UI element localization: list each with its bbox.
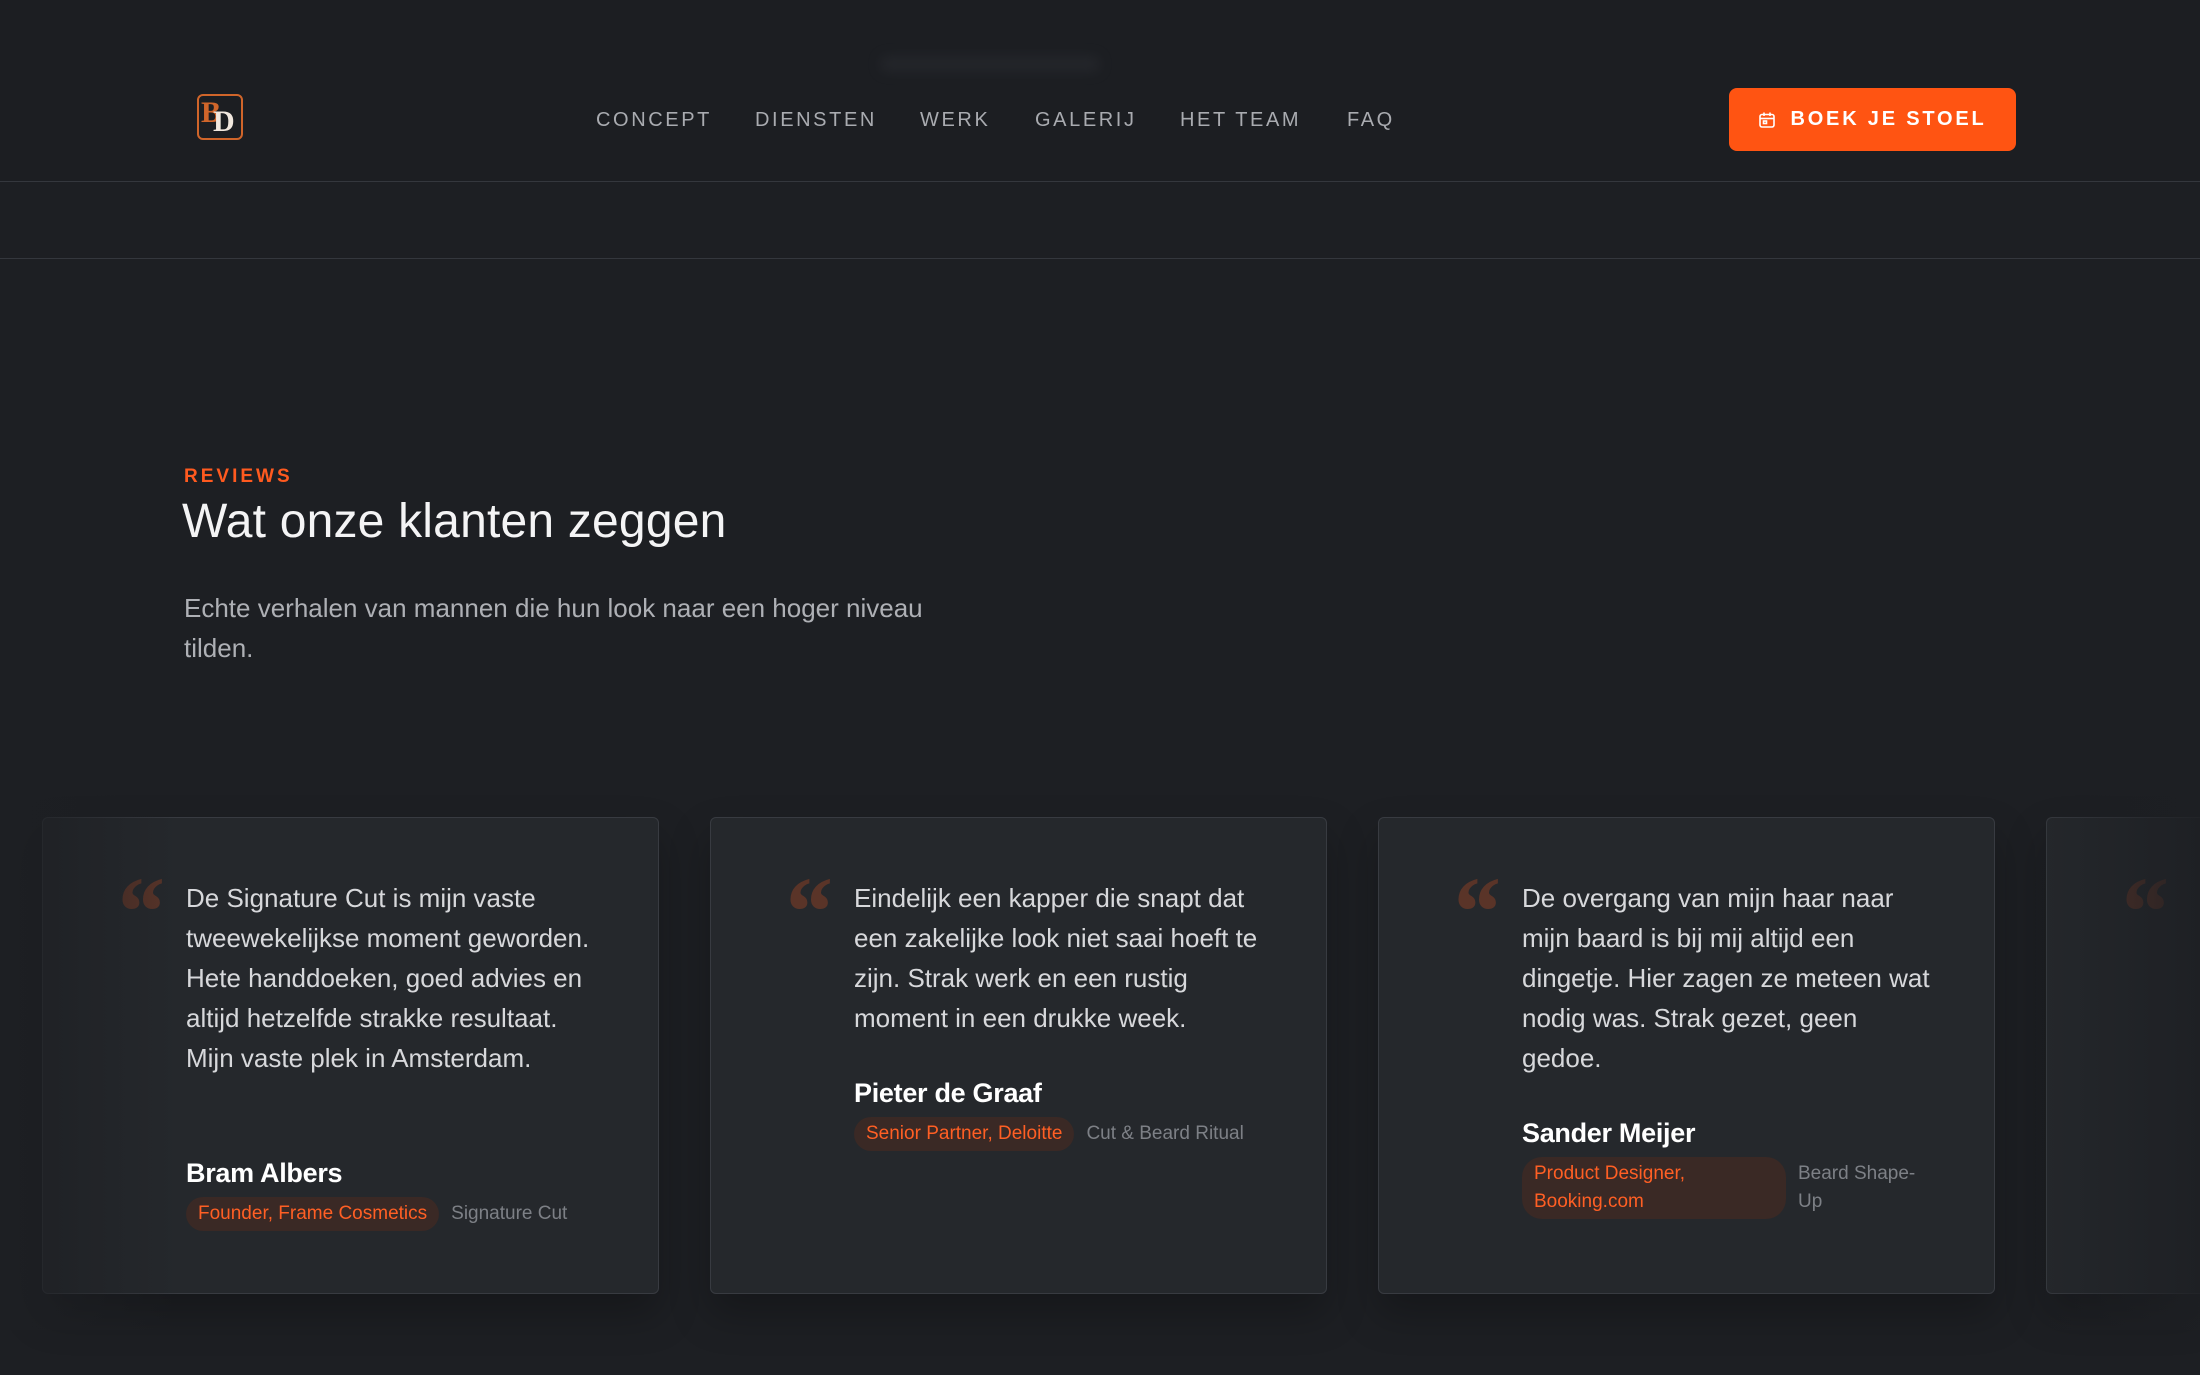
author-role-badge: Product Designer, Booking.com [1522,1157,1786,1219]
nav-item-werk[interactable]: WERK [920,106,990,134]
review-card: “ Eindelijk een kapper die snapt dat een… [710,817,1327,1294]
section-eyebrow: REVIEWS [184,466,293,487]
review-card: “ [2046,817,2200,1294]
quote-icon: “ [1449,856,1499,967]
review-service: Beard Shape-Up [1798,1163,1916,1212]
quote-icon: “ [2117,856,2167,967]
review-text: Eindelijk een kapper die snapt dat een z… [854,883,1258,1033]
section-lead: Echte verhalen van mannen die hun look n… [184,593,923,663]
book-chair-label: BOEK JE STOEL [1790,108,1987,130]
review-card: “ De Signature Cut is mijn vaste tweewek… [42,817,659,1294]
calendar-icon [1759,112,1776,128]
review-author: Bram Albers [186,1158,343,1188]
book-chair-button[interactable]: BOEK JE STOEL [1729,88,2016,151]
subheader-bar [0,182,2200,259]
author-role-badge: Senior Partner, Deloitte [854,1117,1075,1151]
review-author: Pieter de Graaf [854,1078,1042,1108]
nav-item-faq[interactable]: FAQ [1347,106,1395,134]
review-meta: Product Designer, Booking.com Beard Shap… [1522,1157,1942,1219]
logo-letter-d: D [213,105,235,138]
nav-item-diensten[interactable]: DIENSTEN [755,106,877,134]
review-text: De overgang van mijn haar naar mijn baar… [1522,883,1930,1073]
section-title: Wat onze klanten zeggen [182,495,727,548]
header-glow [880,56,1100,72]
quote-icon: “ [781,856,831,967]
review-service: Cut & Beard Ritual [1086,1123,1244,1144]
nav-item-galerij[interactable]: GALERIJ [1035,106,1137,134]
review-meta: Senior Partner, Deloitte Cut & Beard Rit… [854,1117,1274,1151]
review-service: Signature Cut [451,1203,568,1224]
site-header: B D CONCEPT DIENSTEN WERK GALERIJ HET TE… [0,0,2200,182]
quote-icon: “ [113,856,163,967]
nav-item-het-team[interactable]: HET TEAM [1180,106,1301,134]
brand-logo[interactable]: B D [197,94,243,140]
review-meta: Founder, Frame Cosmetics Signature Cut [186,1197,606,1231]
nav-item-concept[interactable]: CONCEPT [596,106,712,134]
review-text: De Signature Cut is mijn vaste tweewekel… [186,883,590,1073]
author-role-badge: Founder, Frame Cosmetics [186,1197,440,1231]
review-card: “ De overgang van mijn haar naar mijn ba… [1378,817,1995,1294]
review-author: Sander Meijer [1522,1118,1696,1148]
